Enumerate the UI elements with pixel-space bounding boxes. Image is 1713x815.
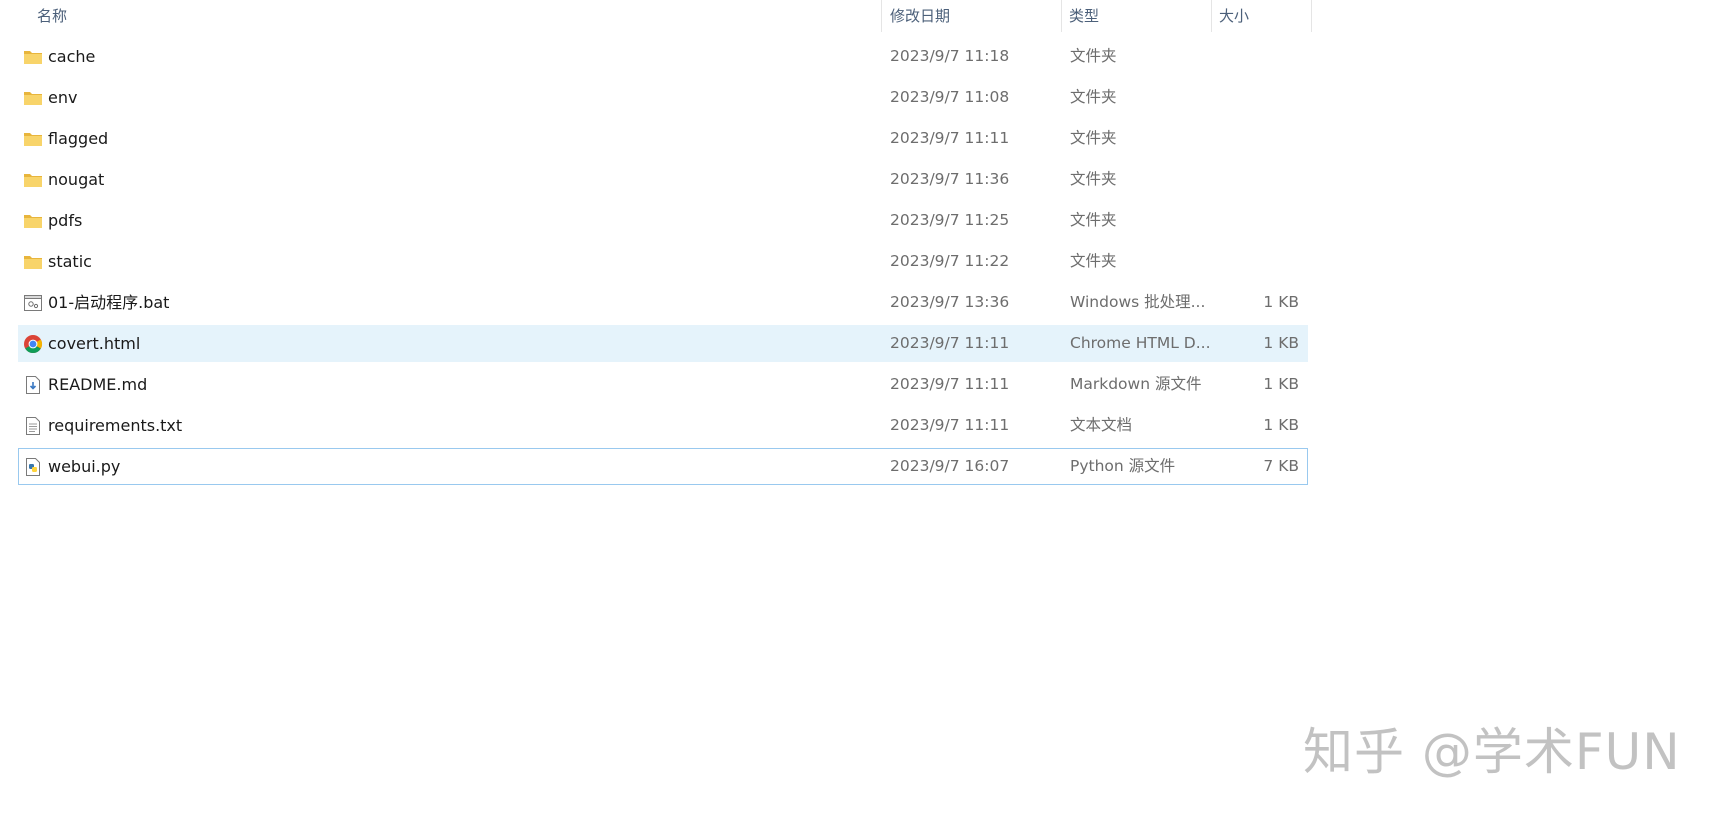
watermark: 知乎 @学术FUN xyxy=(1303,723,1681,781)
markdown-file-icon xyxy=(23,375,43,395)
file-type: Python 源文件 xyxy=(1070,457,1176,475)
file-type: 文件夹 xyxy=(1070,47,1117,65)
file-type: 文件夹 xyxy=(1070,88,1117,106)
file-name: nougat xyxy=(48,170,105,189)
file-name: requirements.txt xyxy=(48,416,183,435)
file-name: cache xyxy=(48,47,96,66)
column-divider[interactable] xyxy=(1061,0,1062,32)
column-header-name[interactable]: 名称 xyxy=(37,0,67,32)
file-row[interactable]: requirements.txt 2023/9/7 11:11 文本文档 1 KB xyxy=(18,407,1308,444)
column-divider[interactable] xyxy=(1311,0,1312,32)
file-row[interactable]: webui.py 2023/9/7 16:07 Python 源文件 7 KB xyxy=(18,448,1308,485)
file-name: env xyxy=(48,88,78,107)
file-list: cache 2023/9/7 11:18 文件夹 env 2023/9/7 11:08 文… xyxy=(18,38,1308,489)
column-header-size[interactable]: 大小 xyxy=(1219,0,1249,32)
column-divider[interactable] xyxy=(881,0,882,32)
file-name: flagged xyxy=(48,129,109,148)
file-date: 2023/9/7 11:18 xyxy=(890,47,1010,65)
file-name: README.md xyxy=(48,375,148,394)
file-type: 文本文档 xyxy=(1070,416,1133,434)
file-type: Markdown 源文件 xyxy=(1070,375,1202,393)
file-row[interactable]: 01-启动程序.bat 2023/9/7 13:36 Windows 批处理... 1… xyxy=(18,284,1308,321)
chrome-icon xyxy=(23,334,43,354)
file-row[interactable]: cache 2023/9/7 11:18 文件夹 xyxy=(18,38,1308,75)
text-file-icon xyxy=(23,416,43,436)
file-name: pdfs xyxy=(48,211,83,230)
file-date: 2023/9/7 11:36 xyxy=(890,170,1010,188)
folder-icon xyxy=(23,170,43,190)
file-explorer: 名称 ^ 修改日期 类型 大小 cache 2023/9/7 11:18 文件夹 en… xyxy=(0,0,1713,815)
sort-ascending-icon: ^ xyxy=(450,0,462,9)
file-date: 2023/9/7 11:11 xyxy=(890,375,1010,393)
file-row[interactable]: static 2023/9/7 11:22 文件夹 xyxy=(18,243,1308,280)
file-date: 2023/9/7 11:11 xyxy=(890,129,1010,147)
file-row[interactable]: env 2023/9/7 11:08 文件夹 xyxy=(18,79,1308,116)
column-header-date[interactable]: 修改日期 xyxy=(890,0,950,32)
folder-icon xyxy=(23,252,43,272)
file-type: Windows 批处理... xyxy=(1070,293,1206,311)
python-file-icon xyxy=(23,457,43,477)
file-row[interactable]: nougat 2023/9/7 11:36 文件夹 xyxy=(18,161,1308,198)
file-row[interactable]: pdfs 2023/9/7 11:25 文件夹 xyxy=(18,202,1308,239)
file-size: 1 KB xyxy=(1263,375,1299,393)
file-type: 文件夹 xyxy=(1070,252,1117,270)
file-date: 2023/9/7 11:11 xyxy=(890,416,1010,434)
file-type: 文件夹 xyxy=(1070,129,1117,147)
file-date: 2023/9/7 13:36 xyxy=(890,293,1010,311)
folder-icon xyxy=(23,47,43,67)
file-name: covert.html xyxy=(48,334,141,353)
file-name: 01-启动程序.bat xyxy=(48,293,170,312)
file-row[interactable]: README.md 2023/9/7 11:11 Markdown 源文件 1 KB xyxy=(18,366,1308,403)
folder-icon xyxy=(23,211,43,231)
folder-icon xyxy=(23,88,43,108)
file-type: Chrome HTML D... xyxy=(1070,334,1210,352)
batch-file-icon xyxy=(23,293,43,313)
file-name: webui.py xyxy=(48,457,121,476)
folder-icon xyxy=(23,129,43,149)
file-size: 1 KB xyxy=(1263,416,1299,434)
file-date: 2023/9/7 11:11 xyxy=(890,334,1010,352)
file-size: 7 KB xyxy=(1263,457,1299,475)
file-type: 文件夹 xyxy=(1070,211,1117,229)
file-row[interactable]: flagged 2023/9/7 11:11 文件夹 xyxy=(18,120,1308,157)
file-size: 1 KB xyxy=(1263,334,1299,352)
file-date: 2023/9/7 11:22 xyxy=(890,252,1010,270)
file-date: 2023/9/7 16:07 xyxy=(890,457,1010,475)
file-date: 2023/9/7 11:25 xyxy=(890,211,1010,229)
column-header-type[interactable]: 类型 xyxy=(1069,0,1099,32)
file-type: 文件夹 xyxy=(1070,170,1117,188)
file-name: static xyxy=(48,252,92,271)
file-size: 1 KB xyxy=(1263,293,1299,311)
column-divider[interactable] xyxy=(1211,0,1212,32)
file-date: 2023/9/7 11:08 xyxy=(890,88,1010,106)
file-row[interactable]: covert.html 2023/9/7 11:11 Chrome HTML D..… xyxy=(18,325,1308,362)
